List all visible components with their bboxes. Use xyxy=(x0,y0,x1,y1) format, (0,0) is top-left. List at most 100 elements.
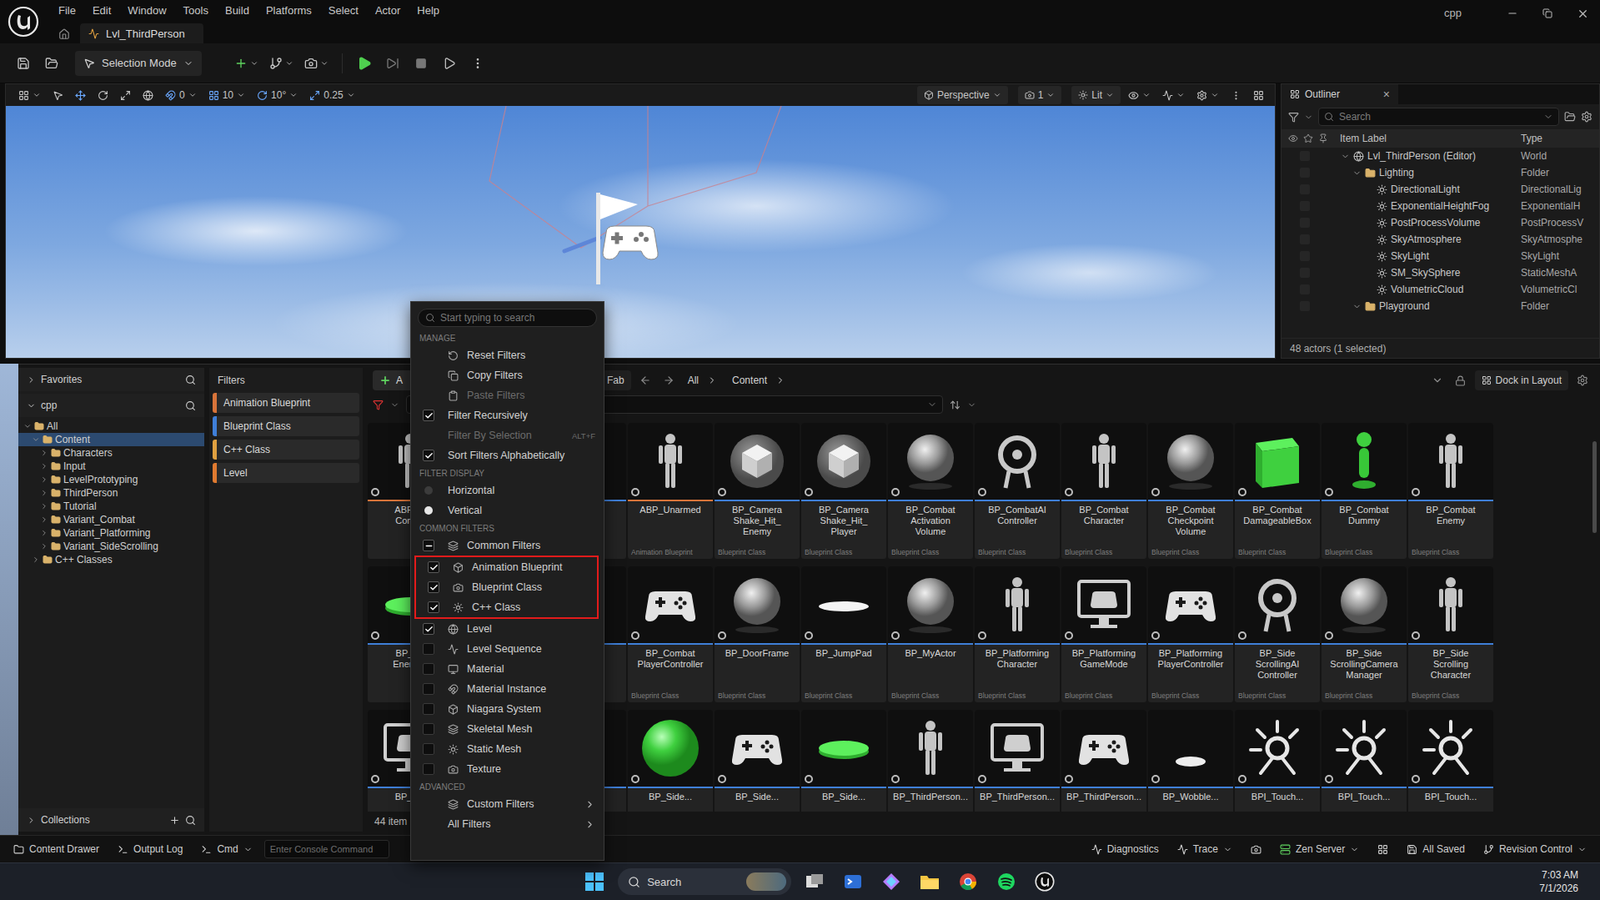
folder-tree-item[interactable]: Variant_Platforming xyxy=(18,526,205,540)
asset-tile[interactable]: BP_Platforming PlayerControllerBlueprint… xyxy=(1148,566,1234,703)
checkbox[interactable] xyxy=(422,682,435,695)
filter-chip[interactable]: Level xyxy=(212,462,360,483)
lock-button[interactable] xyxy=(1451,371,1470,390)
menu-item[interactable]: Edit xyxy=(84,1,120,20)
visibility-toggle[interactable] xyxy=(1299,184,1310,195)
asset-tile[interactable]: BP_Combat DummyBlueprint Class xyxy=(1321,422,1407,559)
folder-tree-item[interactable]: Tutorial xyxy=(18,499,205,513)
visibility-toggle[interactable] xyxy=(1299,267,1310,278)
filter-menu-item[interactable]: Vertical xyxy=(411,500,604,521)
menu-item[interactable]: Actor xyxy=(366,1,409,20)
asset-tile[interactable]: BP_Camera Shake_Hit_ EnemyBlueprint Clas… xyxy=(714,422,800,559)
performance-button[interactable] xyxy=(1158,85,1189,105)
asset-tile[interactable]: BP_MyActorBlueprint Class xyxy=(887,566,974,703)
outliner-row[interactable]: LightingFolder xyxy=(1281,164,1600,181)
asset-tile[interactable]: BP_ThirdPerson... xyxy=(974,709,1060,812)
expander[interactable] xyxy=(1351,168,1362,178)
viewport-more-button[interactable] xyxy=(1226,85,1246,105)
scrollbar-thumb[interactable] xyxy=(1592,441,1597,533)
checkbox[interactable] xyxy=(422,662,435,675)
asset-tile[interactable]: BP_Side ScrollingAI ControllerBlueprint … xyxy=(1234,566,1320,703)
visibility-toggle[interactable] xyxy=(1299,217,1310,228)
star-icon[interactable] xyxy=(1303,133,1314,144)
viewport-settings-button[interactable] xyxy=(1192,85,1224,105)
filter-menu-item[interactable]: Paste Filters xyxy=(411,385,604,406)
home-button[interactable] xyxy=(53,25,76,44)
menu-item[interactable]: Platforms xyxy=(257,1,321,20)
filter-search[interactable]: Start typing to search xyxy=(417,308,597,327)
filter-menu-item[interactable]: Custom Filters xyxy=(411,793,604,814)
play-button[interactable] xyxy=(352,51,377,76)
checkbox[interactable] xyxy=(422,622,435,635)
asset-tile[interactable]: BP_Side ScrollingCamera ManagerBlueprint… xyxy=(1321,566,1407,703)
menu-button[interactable] xyxy=(14,85,46,105)
checkbox[interactable] xyxy=(422,449,435,462)
asset-tile[interactable]: BP_Combat CharacterBlueprint Class xyxy=(1061,422,1147,559)
filter-menu-item[interactable]: Material xyxy=(411,658,604,679)
pin-icon[interactable] xyxy=(1318,133,1329,144)
asset-tile[interactable]: ABP_UnarmedAnimation Blueprint xyxy=(627,422,713,559)
filter-menu-item[interactable]: Filter Recursively xyxy=(411,405,604,426)
trace-button[interactable]: Trace xyxy=(1170,838,1239,859)
search-icon[interactable] xyxy=(185,400,196,412)
snap-setting[interactable]: 10° xyxy=(252,85,302,105)
project-header[interactable]: cpp xyxy=(18,393,205,417)
console-input[interactable]: Enter Console Command xyxy=(264,839,390,858)
spotify-app[interactable] xyxy=(991,866,1022,897)
outliner-row[interactable]: Lvl_ThirdPerson (Editor)World xyxy=(1281,147,1600,165)
back-button[interactable] xyxy=(636,371,655,390)
checkbox[interactable] xyxy=(422,539,435,552)
snap-setting[interactable]: 0 xyxy=(160,85,201,105)
ide-app[interactable] xyxy=(876,866,907,897)
outliner-row[interactable]: ExponentialHeightFogExponentialH xyxy=(1281,197,1600,215)
folder-tree-item[interactable]: ThirdPerson xyxy=(18,486,205,500)
history-dropdown[interactable] xyxy=(1428,371,1447,390)
filter-menu-item[interactable]: Reset Filters xyxy=(411,345,604,366)
selection-mode-button[interactable]: Selection Mode xyxy=(75,50,202,76)
menu-item[interactable]: Tools xyxy=(175,1,217,20)
sort-icon[interactable] xyxy=(949,399,961,411)
asset-tile[interactable]: BP_ThirdPerson... xyxy=(887,709,974,812)
filter-menu-item[interactable]: Copy Filters xyxy=(411,365,604,386)
filter-chip[interactable]: Blueprint Class xyxy=(212,416,360,437)
filter-menu-item[interactable]: Filter By SelectionALT+F xyxy=(411,425,604,446)
asset-tile[interactable]: BP_Combat PlayerControllerBlueprint Clas… xyxy=(627,566,713,703)
save-button[interactable] xyxy=(11,51,36,76)
visibility-toggle[interactable] xyxy=(1299,250,1310,261)
asset-tile[interactable]: BPI_Touch... xyxy=(1408,709,1494,812)
visibility-toggle[interactable] xyxy=(1299,150,1310,161)
asset-tile[interactable]: BP_Side Scrolling CharacterBlueprint Cla… xyxy=(1408,566,1494,703)
snap-setting[interactable]: 10 xyxy=(204,85,250,105)
asset-tile[interactable]: BP_Combat DamageableBoxBlueprint Class xyxy=(1234,422,1320,559)
filter-menu-item[interactable]: Common Filters xyxy=(411,535,604,556)
viewport[interactable]: 01010°0.25Perspective1Lit xyxy=(5,83,1276,359)
checkbox[interactable] xyxy=(422,702,435,715)
outliner-row[interactable]: SkyLightSkyLight xyxy=(1281,247,1600,265)
collections-header[interactable]: Collections xyxy=(18,807,205,832)
close-button[interactable] xyxy=(1564,3,1600,24)
folder-icon[interactable] xyxy=(1564,110,1576,123)
search-icon[interactable] xyxy=(185,374,196,386)
asset-tile[interactable]: BP_Side... xyxy=(714,709,800,812)
asset-tile[interactable]: BP_Combat Checkpoint VolumeBlueprint Cla… xyxy=(1148,422,1234,559)
file-explorer-app[interactable] xyxy=(914,866,945,897)
terminal-app[interactable] xyxy=(837,866,868,897)
filter-menu-item[interactable]: Sort Filters Alphabetically xyxy=(411,445,604,466)
step-button[interactable] xyxy=(381,51,405,76)
snap-setting[interactable]: 0.25 xyxy=(305,85,359,105)
folder-tree-item[interactable]: Characters xyxy=(18,446,205,460)
search-icon[interactable] xyxy=(185,814,196,826)
filter-menu-item[interactable]: C++ Class xyxy=(416,596,597,617)
filter-menu-item[interactable]: Static Mesh xyxy=(411,738,604,759)
asset-tile[interactable]: BP_Combat Activation VolumeBlueprint Cla… xyxy=(887,422,974,559)
menu-item[interactable]: Select xyxy=(320,1,367,20)
diagnostics-button[interactable]: Diagnostics xyxy=(1084,838,1166,859)
select-tool[interactable] xyxy=(48,85,68,105)
visibility-toggle[interactable] xyxy=(1299,200,1310,211)
radio-button[interactable] xyxy=(424,506,433,515)
layout-button[interactable] xyxy=(1248,85,1269,105)
menu-item[interactable]: File xyxy=(50,1,85,20)
source-control-button[interactable] xyxy=(1370,838,1395,859)
settings-button[interactable] xyxy=(1573,371,1592,390)
column-header[interactable]: Item Label xyxy=(1339,132,1518,145)
